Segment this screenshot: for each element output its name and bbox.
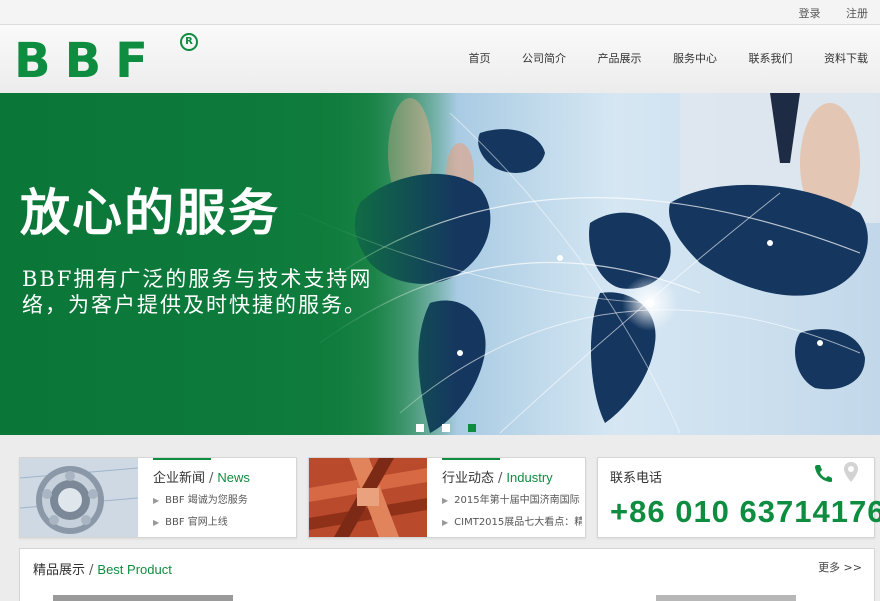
news-item-text: BBF 竭诚为您服务 [165,495,248,506]
registered-mark-icon: R [180,33,198,51]
nav-item-contact[interactable]: 联系我们 [749,52,793,65]
linear-guide-image [309,458,427,537]
industry-item[interactable]: ▶ 2015年第十届中国济南国际 [442,490,582,512]
title-separator: / [89,563,94,578]
news-title[interactable]: 企业新闻 / News [153,467,250,486]
industry-card: 行业动态 / Industry ▶ 2015年第十届中国济南国际 ▶ CIMT2015展… [308,457,586,538]
nav-item-downloads[interactable]: 资料下载 [824,52,868,65]
slide-dot-2[interactable] [442,424,450,432]
news-item[interactable]: ▶ BBF 竭诚为您服务 [153,490,303,512]
nav-item-home[interactable]: 首页 [469,52,491,65]
green-rule [442,458,500,460]
bbf-logo[interactable]: BBF R [14,33,200,89]
slide-dot-1[interactable] [416,424,424,432]
title-separator: / [209,471,214,486]
location-pin-icon [844,462,858,482]
industry-item-text: 2015年第十届中国济南国际 [454,495,580,506]
hero-overlay [0,93,880,435]
industry-title-cn: 行业动态 [442,471,495,486]
top-links: 登录 注册 [777,5,869,21]
contact-card: 联系电话 +86 010 63714176 [597,457,880,538]
site-header: BBF R 首页 公司简介 产品展示 服务中心 联系我们 资料下载 [0,25,880,93]
hero-description: BBF拥有广泛的服务与技术支持网络，为客户提供及时快捷的服务。 [22,267,373,317]
register-link[interactable]: 注册 [846,7,868,20]
news-title-en: News [217,470,250,485]
nav-item-products[interactable]: 产品展示 [598,52,642,65]
phone-label: 联系电话 [610,471,663,486]
industry-list: ▶ 2015年第十届中国济南国际 ▶ CIMT2015展品七大看点：精 [442,490,582,534]
industry-title-en: Industry [506,470,553,485]
news-card: 企业新闻 / News ▶ BBF 竭诚为您服务 ▶ BBF 官网上线 [19,457,297,538]
bullet-arrow-icon: ▶ [153,518,160,527]
title-separator: / [498,471,503,486]
news-body: 企业新闻 / News ▶ BBF 竭诚为您服务 ▶ BBF 官网上线 [153,458,296,537]
industry-item[interactable]: ▶ CIMT2015展品七大看点：精 [442,512,582,534]
products-title-cn: 精品展示 [33,563,86,578]
top-bar: 登录 注册 [0,0,880,25]
nav-item-about[interactable]: 公司简介 [522,52,566,65]
bearing-image [20,458,138,537]
products-section: 精品展示 / Best Product 更多 >> [19,548,875,601]
bullet-arrow-icon: ▶ [442,518,449,527]
logo-wordmark: BBF [14,33,162,89]
hero-banner: 放心的服务 BBF拥有广泛的服务与技术支持网络，为客户提供及时快捷的服务。 [0,93,880,435]
product-thumbnail[interactable] [656,595,796,601]
news-list: ▶ BBF 竭诚为您服务 ▶ BBF 官网上线 [153,490,303,534]
slider-dots [416,417,494,435]
products-title: 精品展示 / Best Product [33,559,172,578]
nav-item-service[interactable]: 服务中心 [673,52,717,65]
main-nav: 首页 公司简介 产品展示 服务中心 联系我们 资料下载 [441,50,869,66]
news-item-text: BBF 官网上线 [165,517,228,528]
industry-body: 行业动态 / Industry ▶ 2015年第十届中国济南国际 ▶ CIMT2015展… [442,458,585,537]
bullet-arrow-icon: ▶ [153,496,160,505]
industry-title[interactable]: 行业动态 / Industry [442,467,553,486]
phone-number[interactable]: +86 010 63714176 [610,494,880,530]
bullet-arrow-icon: ▶ [442,496,449,505]
phone-icon [815,465,832,482]
slide-dot-3[interactable] [468,424,476,432]
login-link[interactable]: 登录 [799,7,821,20]
news-item[interactable]: ▶ BBF 官网上线 [153,512,303,534]
news-title-cn: 企业新闻 [153,471,206,486]
more-products-link[interactable]: 更多 >> [818,559,862,575]
industry-item-text: CIMT2015展品七大看点：精 [454,517,582,528]
products-title-en: Best Product [97,562,172,577]
hero-title: 放心的服务 [20,184,280,242]
product-thumbnail[interactable] [53,595,233,601]
green-rule [153,458,211,460]
